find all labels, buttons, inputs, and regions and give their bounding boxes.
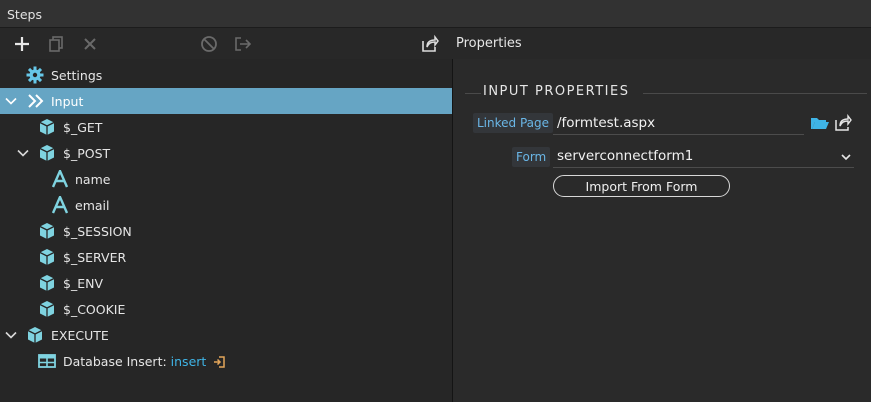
tree-item-label: EXECUTE bbox=[51, 328, 109, 343]
chevron-down-icon[interactable] bbox=[4, 94, 18, 108]
share-icon[interactable] bbox=[418, 33, 440, 55]
tree-item-input[interactable]: Input bbox=[0, 88, 452, 114]
cube-icon bbox=[38, 118, 56, 136]
toolbar: Properties bbox=[0, 28, 871, 59]
tree-item-email[interactable]: email bbox=[0, 192, 452, 218]
cube-icon bbox=[38, 274, 56, 292]
table-icon bbox=[38, 352, 56, 370]
text-field-icon bbox=[51, 194, 69, 214]
tree-item-cookie[interactable]: $_COOKIE bbox=[0, 296, 452, 322]
tree-item-database-insert[interactable]: Database Insert: insert bbox=[0, 348, 452, 374]
section-title: INPUT PROPERTIES bbox=[483, 84, 630, 99]
export-icon[interactable] bbox=[232, 33, 254, 55]
tree-item-label: Database Insert: insert bbox=[63, 354, 226, 369]
linked-page-label: Linked Page bbox=[473, 113, 554, 133]
delete-icon[interactable] bbox=[79, 33, 101, 55]
steps-tree: Settings Input $_GET $_POST name email $… bbox=[0, 59, 452, 402]
properties-panel: INPUT PROPERTIES Linked Page /formtest.a… bbox=[453, 59, 871, 402]
panel-title-bar: Steps bbox=[0, 0, 871, 28]
properties-title: Properties bbox=[456, 36, 522, 51]
tree-item-server[interactable]: $_SERVER bbox=[0, 244, 452, 270]
disable-icon[interactable] bbox=[198, 33, 220, 55]
form-select[interactable]: serverconnectform1 bbox=[557, 148, 693, 164]
sign-in-icon[interactable] bbox=[213, 356, 226, 368]
copy-icon[interactable] bbox=[45, 33, 67, 55]
form-label: Form bbox=[512, 147, 551, 167]
double-chevron-right-icon bbox=[27, 92, 45, 110]
tree-item-execute[interactable]: EXECUTE bbox=[0, 322, 452, 348]
tree-item-label: Settings bbox=[51, 68, 103, 83]
add-icon[interactable] bbox=[11, 33, 33, 55]
folder-open-icon[interactable] bbox=[810, 115, 830, 134]
panel-title: Steps bbox=[7, 7, 42, 22]
chevron-down-icon[interactable] bbox=[4, 328, 18, 342]
chevron-down-icon[interactable] bbox=[840, 151, 852, 166]
cube-icon bbox=[26, 326, 44, 344]
tree-item-label: email bbox=[75, 198, 110, 213]
tree-item-label: $_COOKIE bbox=[63, 302, 126, 317]
text-field-icon bbox=[51, 168, 69, 188]
cube-icon bbox=[38, 300, 56, 318]
gear-icon bbox=[26, 66, 44, 84]
divider-line bbox=[643, 93, 867, 94]
tree-item-get[interactable]: $_GET bbox=[0, 114, 452, 140]
tree-item-label: $_SESSION bbox=[63, 224, 132, 239]
cube-icon bbox=[38, 222, 56, 240]
tree-item-label: name bbox=[75, 172, 111, 187]
tree-item-label: $_POST bbox=[63, 146, 111, 161]
linked-page-field[interactable]: /formtest.aspx bbox=[557, 115, 655, 131]
tree-item-label: Input bbox=[51, 94, 84, 109]
tree-item-name[interactable]: name bbox=[0, 166, 452, 192]
db-insert-prefix: Database Insert: bbox=[63, 354, 171, 369]
cube-icon bbox=[38, 144, 56, 162]
db-insert-name[interactable]: insert bbox=[171, 354, 207, 369]
import-from-form-button[interactable]: Import From Form bbox=[553, 175, 730, 197]
field-underline bbox=[553, 167, 854, 168]
field-underline bbox=[553, 134, 804, 135]
tree-item-label: $_SERVER bbox=[63, 250, 127, 265]
share-icon[interactable] bbox=[833, 113, 853, 135]
cube-icon bbox=[38, 248, 56, 266]
tree-item-label: $_ENV bbox=[63, 276, 104, 291]
chevron-down-icon[interactable] bbox=[16, 146, 30, 160]
tree-item-settings[interactable]: Settings bbox=[0, 62, 452, 88]
tree-item-env[interactable]: $_ENV bbox=[0, 270, 452, 296]
tree-item-post[interactable]: $_POST bbox=[0, 140, 452, 166]
divider-line bbox=[465, 93, 481, 94]
tree-item-session[interactable]: $_SESSION bbox=[0, 218, 452, 244]
tree-item-label: $_GET bbox=[63, 120, 103, 135]
input-properties-header: INPUT PROPERTIES bbox=[465, 84, 871, 102]
